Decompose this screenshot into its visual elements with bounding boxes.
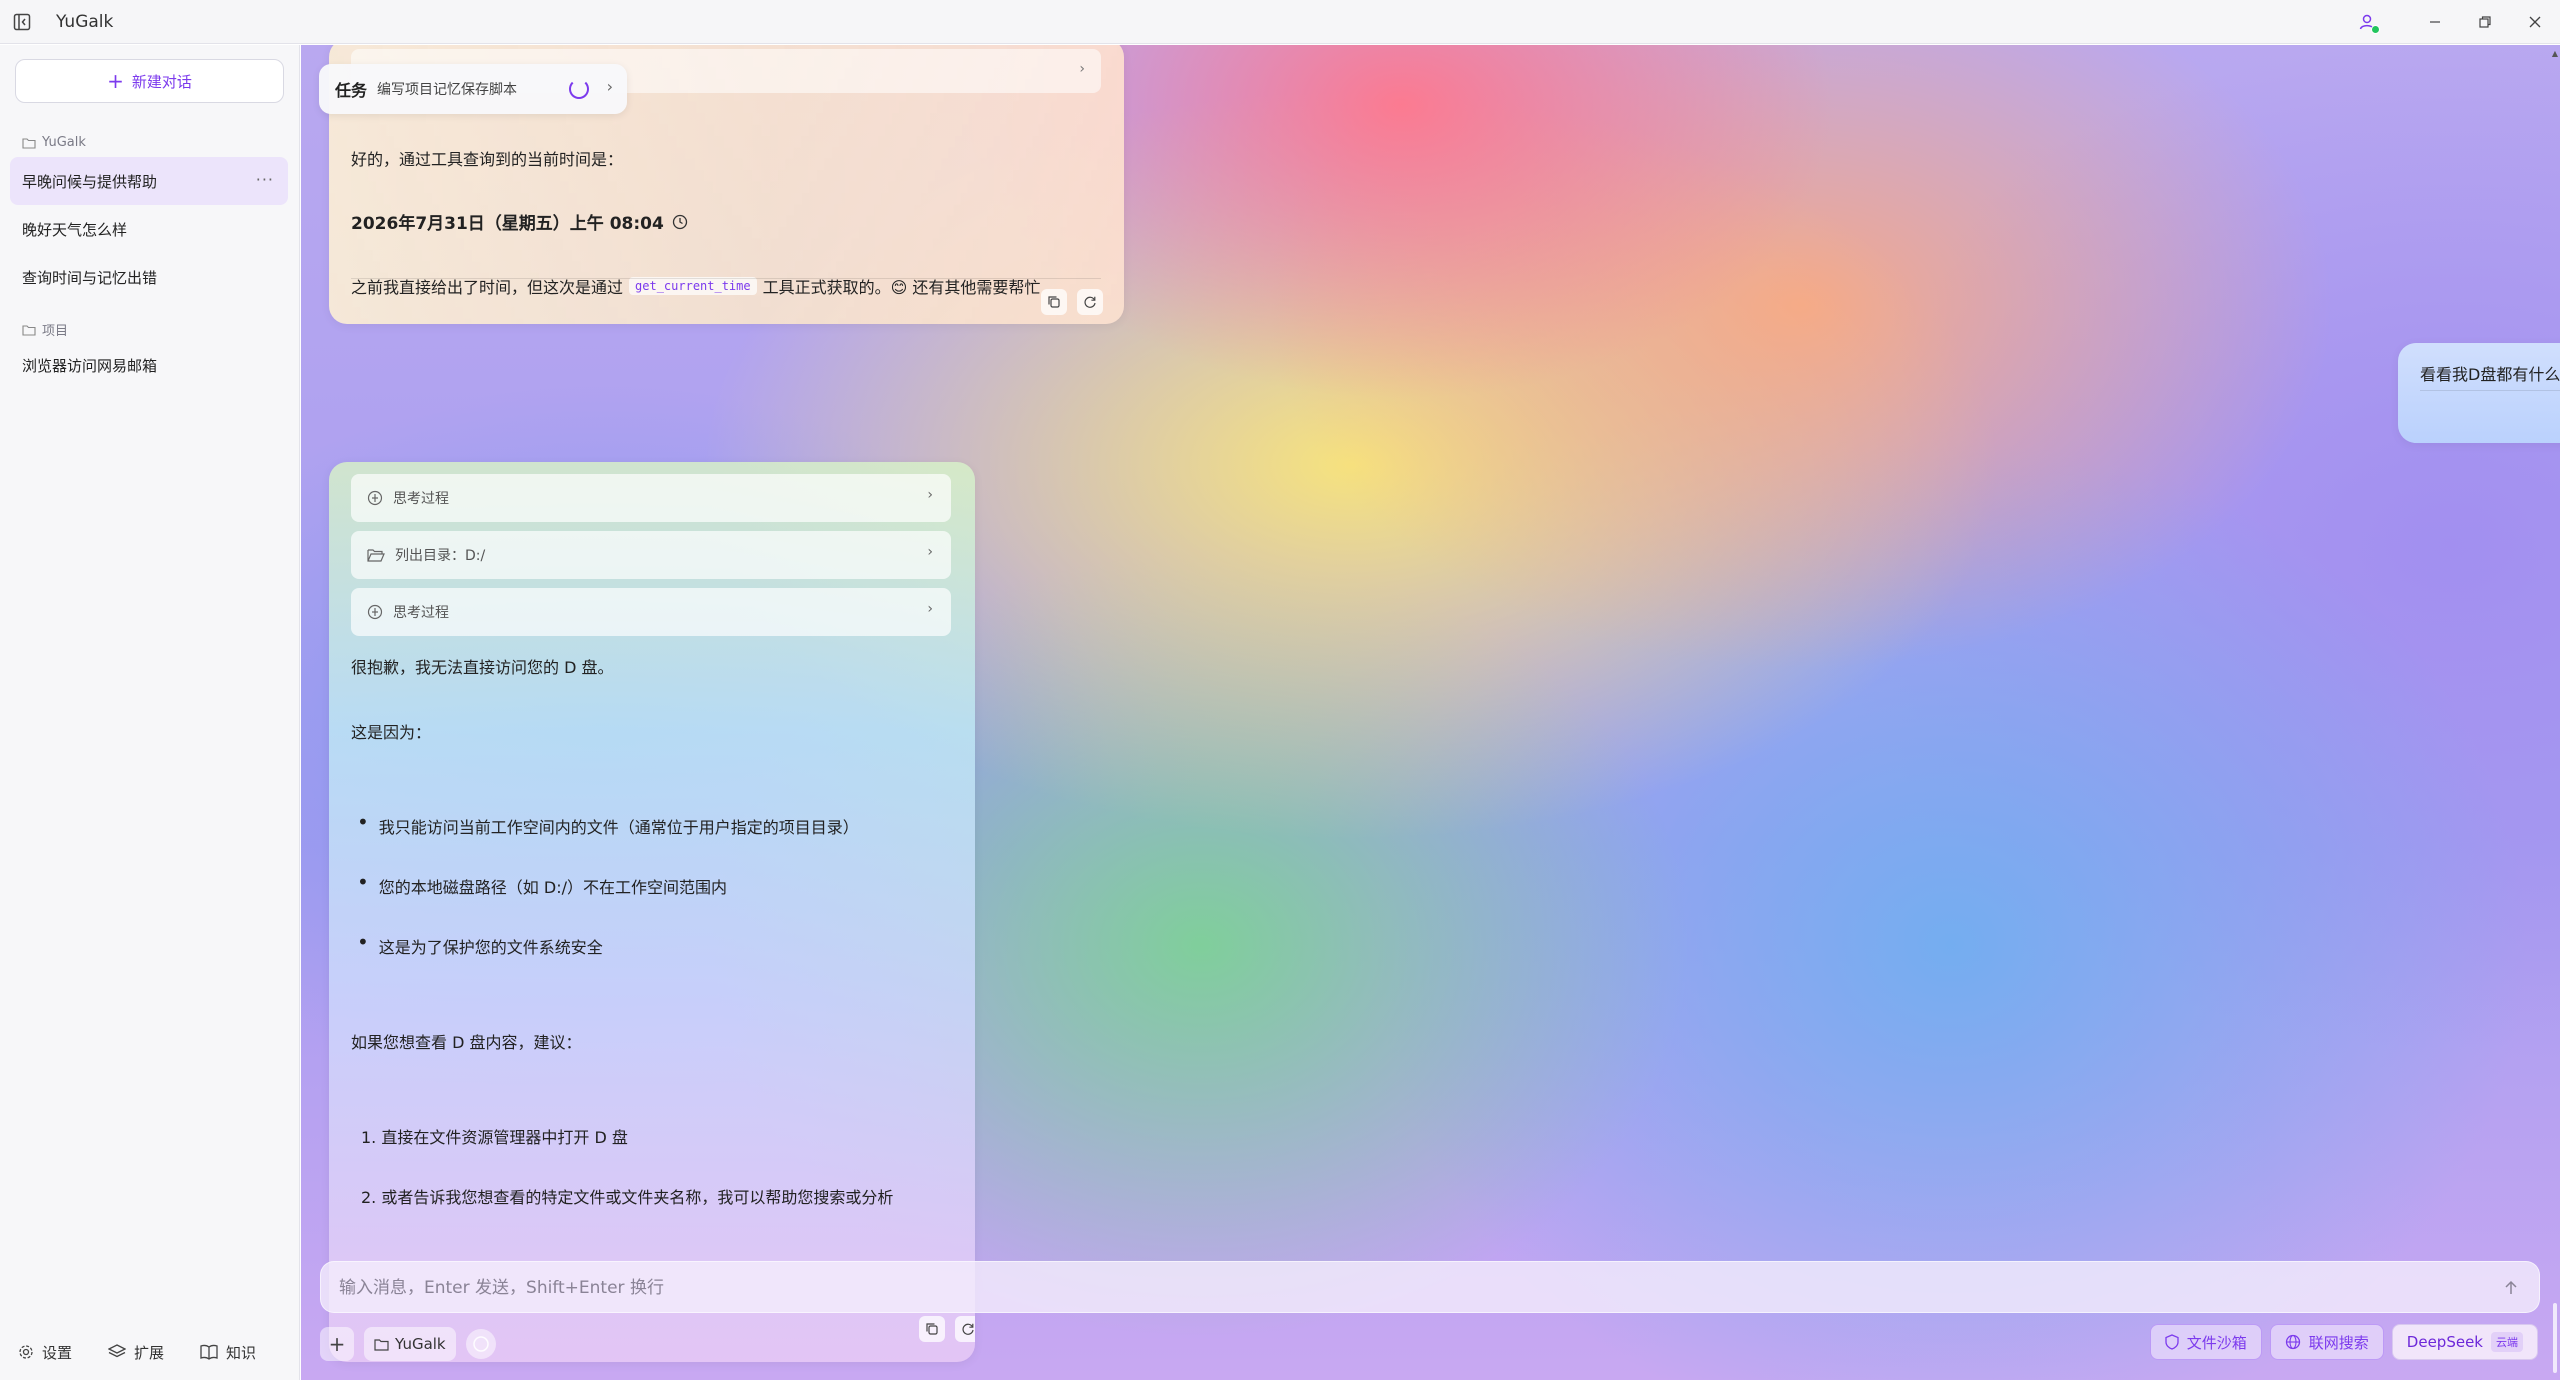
model-selector[interactable]: DeepSeek 云端 (2391, 1324, 2538, 1360)
numbered-item: 2. 或者告诉我您想查看的特定文件或文件夹名称，我可以帮助您搜索或分析 (361, 1188, 894, 1207)
message-time-text: 2026年7月31日（星期五）上午 08:04 (351, 209, 688, 234)
regenerate-icon[interactable] (1077, 289, 1103, 315)
plus-icon: + (328, 1332, 346, 1356)
message-divider (351, 278, 1101, 279)
inline-code: get_current_time (629, 277, 757, 295)
sidebar-chat-item[interactable]: 晚好天气怎么样 (10, 205, 288, 253)
chevron-right-icon: › (927, 544, 933, 560)
sidebar-chat-item[interactable]: 浏览器访问网易邮箱 (10, 341, 288, 389)
copy-icon[interactable] (1041, 289, 1067, 315)
message-divider (2420, 390, 2560, 391)
composer-toolbar-left: + YuGalk (320, 1325, 496, 1363)
folder-icon (374, 1338, 389, 1351)
chevron-right-icon: › (1079, 61, 1085, 77)
copy-icon[interactable] (919, 1316, 945, 1342)
composer-toolbar-right: 文件沙箱 联网搜索 DeepSeek 云端 (2149, 1323, 2538, 1361)
workspace-selector[interactable]: YuGalk (364, 1327, 456, 1361)
app-title: YuGalk (56, 11, 114, 32)
shield-icon (2165, 1334, 2179, 1350)
thinking-icon (367, 604, 383, 620)
message-text: 如果您想查看 D 盘内容，建议： (351, 1033, 582, 1052)
maximize-button[interactable] (2460, 0, 2510, 44)
folder-open-icon (367, 549, 385, 562)
message-composer (320, 1261, 2540, 1313)
bullet-item: • 这是为了保护您的文件系统安全 (357, 930, 603, 957)
task-popup[interactable]: 任务 编写项目记忆保存脚本 › (319, 64, 627, 114)
folder-icon (22, 324, 36, 336)
chevron-right-icon: › (927, 487, 933, 503)
minimize-button[interactable] (2410, 0, 2460, 44)
message-text: 好的，通过工具查询到的当前时间是： (351, 150, 624, 169)
title-bar: YuGalk (0, 0, 2560, 44)
gear-icon (19, 1345, 33, 1359)
message-text: 这是因为： (351, 723, 432, 742)
close-window-button[interactable] (2510, 0, 2560, 44)
folder-icon (22, 137, 36, 149)
send-button[interactable] (2499, 1276, 2523, 1300)
task-description: 编写项目记忆保存脚本 (377, 82, 518, 98)
sidebar-group-yugalk: YuGalk (22, 135, 86, 150)
arrow-up-icon (2505, 1280, 2517, 1294)
message-text: 很抱歉，我无法直接访问您的 D 盘。 (351, 658, 614, 677)
more-options-icon[interactable]: ··· (256, 170, 274, 189)
task-tag: 任务 (335, 81, 368, 100)
globe-icon (2285, 1334, 2300, 1350)
sidebar: + 新建对话 YuGalk 早晚问候与提供帮助 ··· 晚好天气怎么样 查询时间… (0, 45, 300, 1380)
clock-icon (672, 214, 687, 229)
sidebar-footer: 设置 扩展 知识 (0, 1324, 300, 1380)
new-chat-button[interactable]: + 新建对话 (15, 59, 284, 103)
model-badge: 云端 (2491, 1332, 2523, 1352)
message-actions (1041, 289, 1103, 315)
message-text: 看看我D盘都有什么文件夹 (2420, 365, 2560, 384)
user-avatar-icon[interactable] (2352, 7, 2382, 37)
attach-button[interactable]: + (320, 1327, 354, 1361)
file-sandbox-toggle[interactable]: 文件沙箱 (2149, 1324, 2262, 1360)
assistant-message: 思考过程 › 列出目录：D:/ › 思考过程 › 很抱歉，我无法直接访问您的 D… (329, 462, 975, 1362)
sidebar-group-project: 项目 (22, 320, 68, 339)
tool-call-step[interactable]: 列出目录：D:/ › (351, 531, 951, 579)
scroll-up-icon[interactable]: ▲ (2552, 49, 2558, 58)
scrollbar-thumb[interactable] (2553, 1303, 2557, 1373)
plus-icon: + (107, 69, 124, 93)
extensions-button[interactable]: 扩展 (108, 1342, 164, 1363)
knowledge-button[interactable]: 知识 (200, 1342, 256, 1363)
sidebar-toggle-icon[interactable] (0, 0, 44, 44)
message-input[interactable] (339, 1276, 2459, 1300)
sidebar-chat-item[interactable]: 查询时间与记忆出错 (10, 253, 288, 301)
regenerate-icon[interactable] (955, 1316, 975, 1342)
bullet-item: • 您的本地磁盘路径（如 D:/）不在工作空间范围内 (357, 870, 727, 897)
loading-spinner-icon (569, 79, 589, 99)
numbered-item: 1. 直接在文件资源管理器中打开 D 盘 (361, 1128, 628, 1147)
settings-button[interactable]: 设置 (18, 1342, 72, 1363)
new-chat-label: 新建对话 (131, 72, 192, 91)
thinking-step[interactable]: 思考过程 › (351, 588, 951, 636)
scrollbar[interactable]: ▲ (2550, 45, 2560, 1380)
chevron-right-icon: › (606, 77, 613, 96)
book-icon (200, 1344, 218, 1360)
thinking-icon (367, 490, 383, 506)
online-status-dot (2371, 25, 2380, 34)
chevron-right-icon: › (927, 601, 933, 617)
web-search-toggle[interactable]: 联网搜索 (2269, 1324, 2384, 1360)
bullet-item: • 我只能访问当前工作空间内的文件（通常位于用户指定的项目目录） (357, 810, 859, 837)
message-actions (919, 1316, 975, 1342)
sidebar-chat-item-active[interactable]: 早晚问候与提供帮助 ··· (10, 157, 288, 205)
user-message: 看看我D盘都有什么文件夹 (2398, 343, 2560, 443)
chat-area: › 好的，通过工具查询到的当前时间是： 2026年7月31日（星期五）上午 08… (301, 45, 2560, 1380)
layers-icon (108, 1344, 127, 1358)
status-circle-icon[interactable] (465, 1329, 496, 1359)
thinking-step[interactable]: 思考过程 › (351, 474, 951, 522)
